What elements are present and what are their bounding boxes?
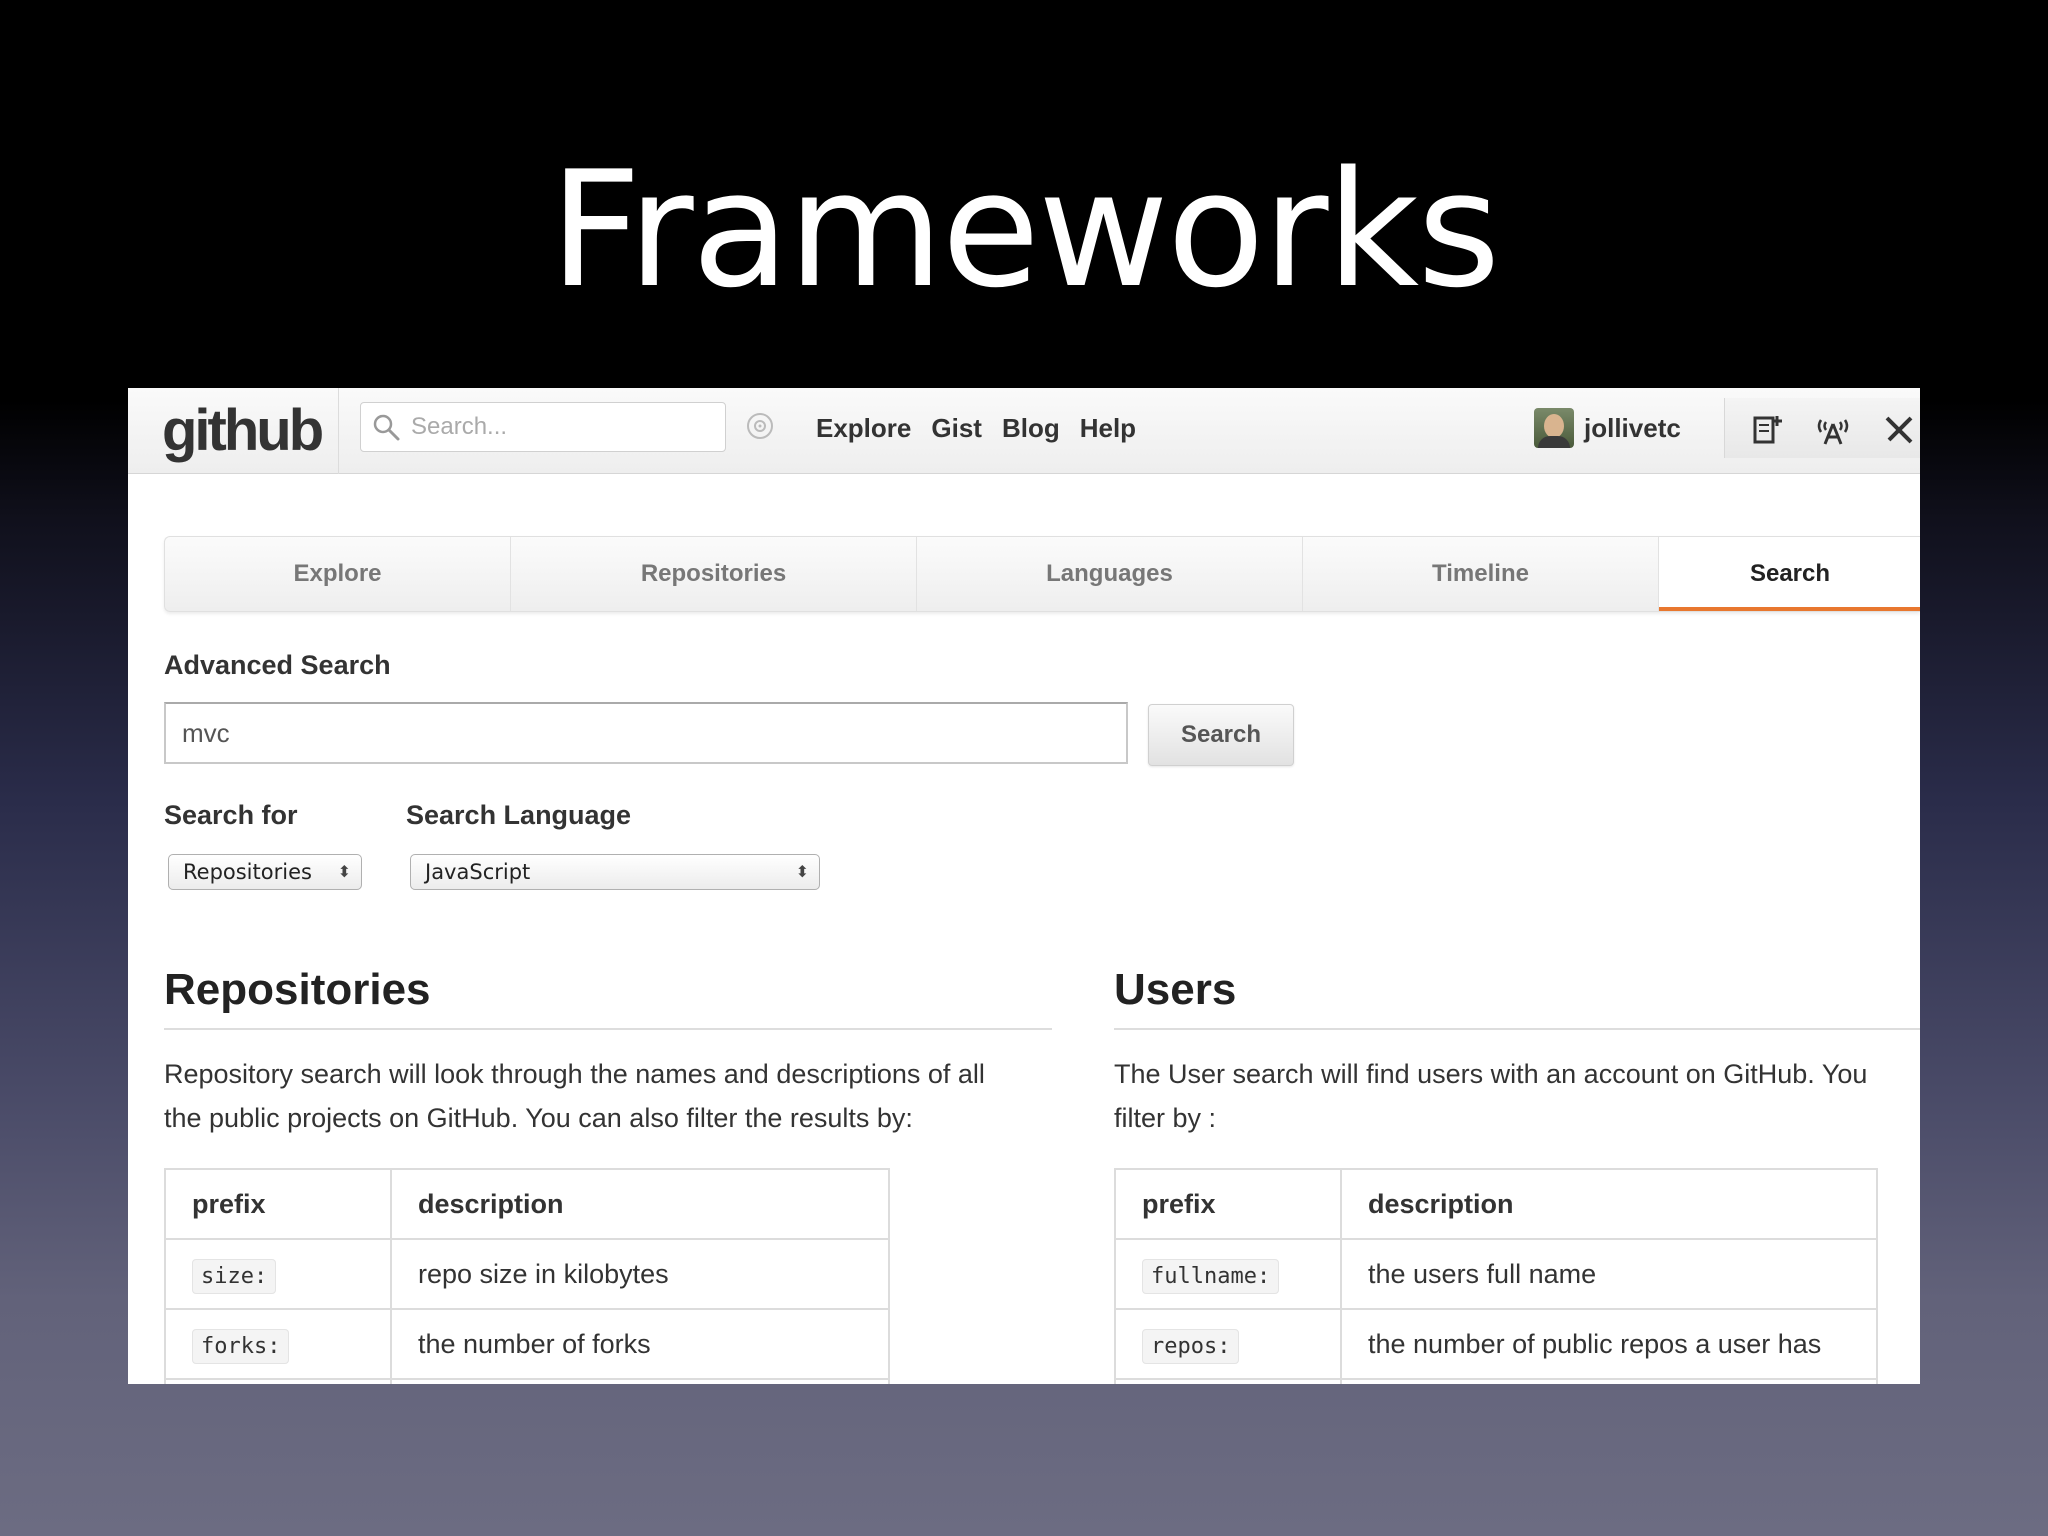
prefix-keyword: forks: xyxy=(192,1328,290,1364)
description-cell: repo size in kilobytes xyxy=(390,1238,890,1310)
prefix-cell xyxy=(1114,1378,1342,1384)
select-arrows-icon: ⬍ xyxy=(337,862,351,881)
users-heading: Users xyxy=(1114,965,1237,1014)
repositories-desc-line-1: Repository search will look through the … xyxy=(164,1059,985,1089)
prefix-cell: repos: xyxy=(1114,1308,1342,1380)
select-arrows-icon: ⬍ xyxy=(795,862,809,881)
table-row xyxy=(164,1378,890,1384)
prefix-keyword: size: xyxy=(192,1258,277,1294)
explore-tabs: Explore Repositories Languages Timeline … xyxy=(164,536,1920,612)
tab-explore[interactable]: Explore xyxy=(165,537,511,611)
avatar-face xyxy=(1544,414,1564,438)
description-cell: the number of forks xyxy=(390,1308,890,1380)
avatar-body xyxy=(1538,436,1570,448)
users-description: The User search will find users with an … xyxy=(1114,1052,1920,1140)
settings-tools-icon[interactable] xyxy=(1881,412,1917,448)
github-header: github Explore Gist Blog Help jollivetc xyxy=(128,388,1920,474)
prefix-cell: forks: xyxy=(164,1308,392,1380)
prefix-keyword: repos: xyxy=(1142,1328,1240,1364)
table-header-row: prefix description xyxy=(164,1168,890,1240)
column-header: prefix xyxy=(164,1168,392,1240)
prefix-keyword: fullname: xyxy=(1142,1258,1280,1294)
user-avatar[interactable] xyxy=(1534,408,1574,448)
top-navigation: Explore Gist Blog Help xyxy=(816,410,1136,446)
table-row xyxy=(1114,1378,1878,1384)
column-header: description xyxy=(1340,1168,1878,1240)
username-link[interactable]: jollivetc xyxy=(1584,410,1681,446)
nav-help[interactable]: Help xyxy=(1080,410,1136,446)
github-logo[interactable]: github xyxy=(162,398,324,464)
users-prefix-table: prefix description fullname: the users f… xyxy=(1114,1168,1878,1384)
column-header: prefix xyxy=(1114,1168,1342,1240)
repositories-heading: Repositories xyxy=(164,965,431,1014)
table-row: repos: the number of public repos a user… xyxy=(1114,1308,1878,1380)
prefix-cell xyxy=(164,1378,392,1384)
search-for-selected: Repositories xyxy=(183,860,312,884)
tab-search[interactable]: Search xyxy=(1659,537,1920,611)
users-desc-line-1: The User search will find users with an … xyxy=(1114,1059,1868,1089)
nav-blog[interactable]: Blog xyxy=(1002,410,1060,446)
description-cell: the users full name xyxy=(1340,1238,1878,1310)
description-cell xyxy=(1340,1378,1878,1384)
table-row: forks: the number of forks xyxy=(164,1308,890,1380)
table-row: fullname: the users full name xyxy=(1114,1238,1878,1310)
advanced-search-input[interactable] xyxy=(164,702,1128,764)
users-rule xyxy=(1114,1028,1920,1030)
prefix-cell: size: xyxy=(164,1238,392,1310)
description-cell xyxy=(390,1378,890,1384)
search-settings-gear-icon[interactable] xyxy=(744,410,776,442)
site-search-input[interactable] xyxy=(411,409,711,445)
column-header: description xyxy=(390,1168,890,1240)
new-repo-icon[interactable] xyxy=(1749,412,1785,448)
search-language-label: Search Language xyxy=(406,800,632,830)
advanced-search-label: Advanced Search xyxy=(164,650,391,680)
tab-timeline[interactable]: Timeline xyxy=(1303,537,1659,611)
description-cell: the number of public repos a user has xyxy=(1340,1308,1878,1380)
site-search-box[interactable] xyxy=(360,402,726,452)
users-desc-line-2: filter by : xyxy=(1114,1103,1217,1133)
search-for-select[interactable]: Repositories ⬍ xyxy=(168,854,362,890)
table-header-row: prefix description xyxy=(1114,1168,1878,1240)
tab-repositories[interactable]: Repositories xyxy=(511,537,917,611)
notifications-broadcast-icon[interactable] xyxy=(1815,412,1851,448)
search-language-selected: JavaScript xyxy=(425,860,531,884)
table-row: size: repo size in kilobytes xyxy=(164,1238,890,1310)
nav-gist[interactable]: Gist xyxy=(931,410,982,446)
tab-languages[interactable]: Languages xyxy=(917,537,1303,611)
search-for-label: Search for xyxy=(164,800,298,830)
repositories-description: Repository search will look through the … xyxy=(164,1052,1064,1140)
repositories-rule xyxy=(164,1028,1052,1030)
slide-title: Frameworks xyxy=(549,136,1500,323)
header-divider xyxy=(338,388,339,474)
search-language-select[interactable]: JavaScript ⬍ xyxy=(410,854,820,890)
repositories-prefix-table: prefix description size: repo size in ki… xyxy=(164,1168,890,1384)
repositories-desc-line-2: the public projects on GitHub. You can a… xyxy=(164,1103,913,1133)
advanced-search-button[interactable]: Search xyxy=(1148,704,1294,766)
nav-explore[interactable]: Explore xyxy=(816,410,911,446)
header-actions xyxy=(1724,398,1920,458)
github-screenshot: github Explore Gist Blog Help jollivetc xyxy=(128,388,1920,1384)
search-icon xyxy=(373,414,400,441)
prefix-cell: fullname: xyxy=(1114,1238,1342,1310)
